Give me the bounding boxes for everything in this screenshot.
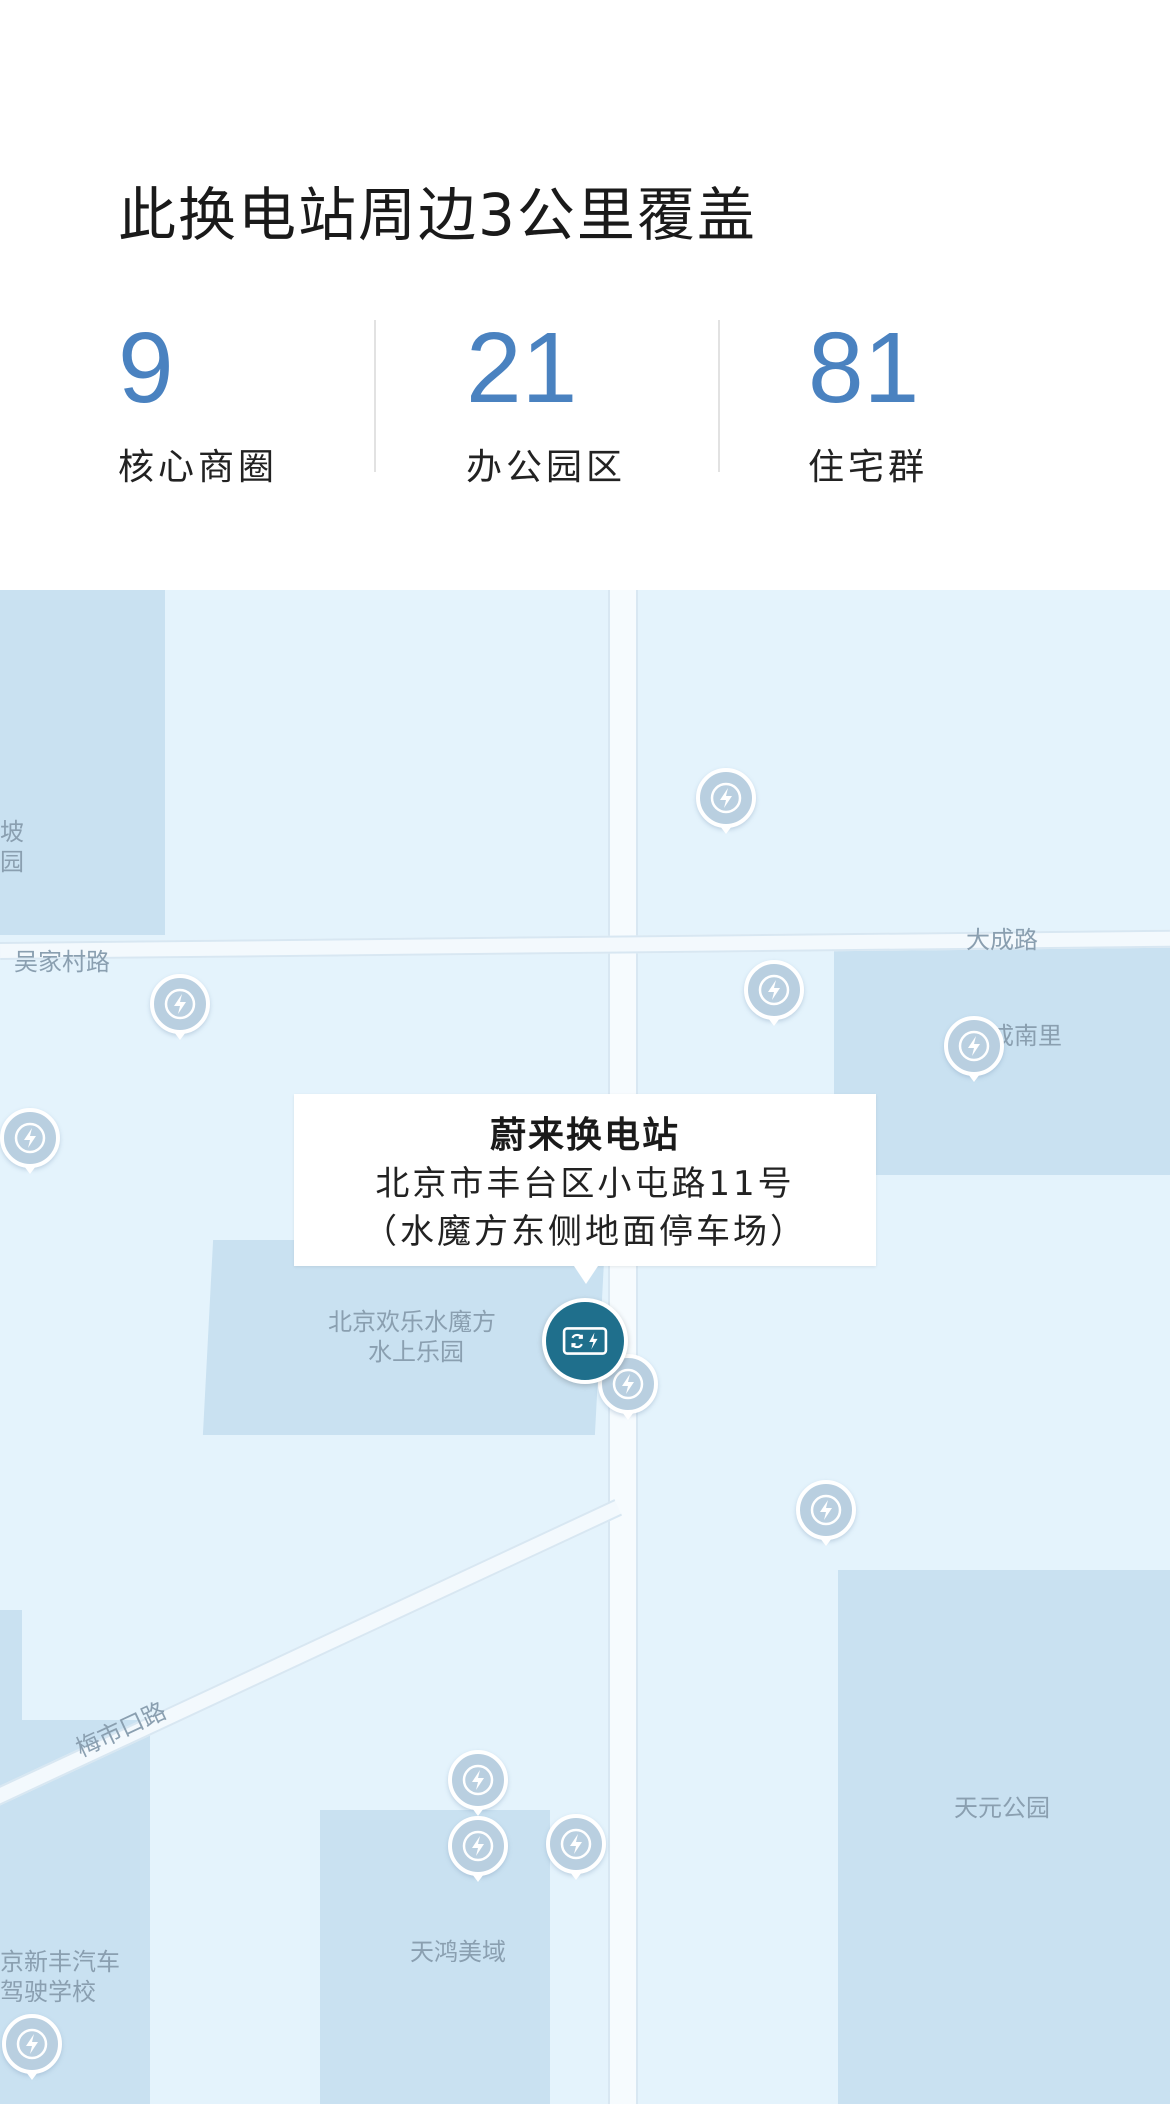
charging-bolt-icon — [164, 988, 196, 1020]
station-address-line2: （水魔方东侧地面停车场） — [363, 1212, 807, 1252]
charging-bolt-icon — [462, 1764, 494, 1796]
area-label: 园 — [0, 848, 24, 876]
coverage-title: 此换电站周边3公里覆盖 — [118, 181, 757, 249]
map-block — [0, 590, 165, 935]
charging-pin[interactable] — [2, 2014, 62, 2080]
charging-pin[interactable] — [796, 1480, 856, 1546]
stat-value: 81 — [808, 312, 920, 424]
stat-label: 住宅群 — [808, 447, 929, 488]
stat-business-districts: 9 核心商圈 — [118, 318, 278, 490]
stat-residential: 81 住宅群 — [808, 318, 928, 490]
charging-pin[interactable] — [448, 1816, 508, 1882]
stat-label: 办公园区 — [466, 447, 627, 488]
charging-bolt-icon — [462, 1830, 494, 1862]
charging-bolt-icon — [758, 974, 790, 1006]
area-label: 天鸿美域 — [410, 1938, 506, 1966]
area-label: 驾驶学校 — [0, 1978, 96, 2006]
charging-bolt-icon — [958, 1030, 990, 1062]
charging-pin[interactable] — [0, 1108, 60, 1174]
charging-bolt-icon — [710, 782, 742, 814]
charging-bolt-icon — [560, 1828, 592, 1860]
charging-pin[interactable] — [150, 974, 210, 1040]
station-address-line1: 北京市丰台区小屯路11号 — [375, 1164, 795, 1204]
station-name: 蔚来换电站 — [489, 1115, 680, 1156]
charging-pin[interactable] — [696, 768, 756, 834]
area-label: 水上乐园 — [368, 1338, 464, 1366]
stat-label: 核心商圈 — [118, 447, 279, 488]
stat-office-parks: 21 办公园区 — [466, 318, 626, 490]
map-block — [834, 945, 1170, 1175]
map-view[interactable]: 吴家村路 大成路 成南里 梅市口路 坡 园 北京欢乐水魔方 水上乐园 天元公园 … — [0, 590, 1170, 2104]
battery-swap-icon — [562, 1327, 608, 1355]
charging-bolt-icon — [810, 1494, 842, 1526]
charging-pin[interactable] — [448, 1750, 508, 1816]
battery-swap-station-marker[interactable] — [542, 1298, 628, 1384]
coverage-header: 此换电站周边3公里覆盖 9 核心商圈 21 办公园区 81 住宅群 — [0, 0, 1170, 590]
charging-pin[interactable] — [546, 1814, 606, 1880]
road-label: 大成路 — [966, 926, 1038, 954]
charging-pin[interactable] — [744, 960, 804, 1026]
stat-divider — [718, 320, 720, 472]
map-block — [838, 1570, 1170, 2104]
charging-pin[interactable] — [944, 1016, 1004, 1082]
road-label: 吴家村路 — [14, 948, 110, 976]
station-callout[interactable]: 蔚来换电站 北京市丰台区小屯路11号 （水魔方东侧地面停车场） — [294, 1094, 876, 1284]
stat-value: 9 — [118, 312, 174, 424]
area-label: 天元公园 — [954, 1794, 1050, 1822]
stat-divider — [374, 320, 376, 472]
charging-bolt-icon — [16, 2028, 48, 2060]
stat-value: 21 — [466, 312, 578, 424]
charging-bolt-icon — [14, 1122, 46, 1154]
map-block — [0, 1610, 22, 1720]
